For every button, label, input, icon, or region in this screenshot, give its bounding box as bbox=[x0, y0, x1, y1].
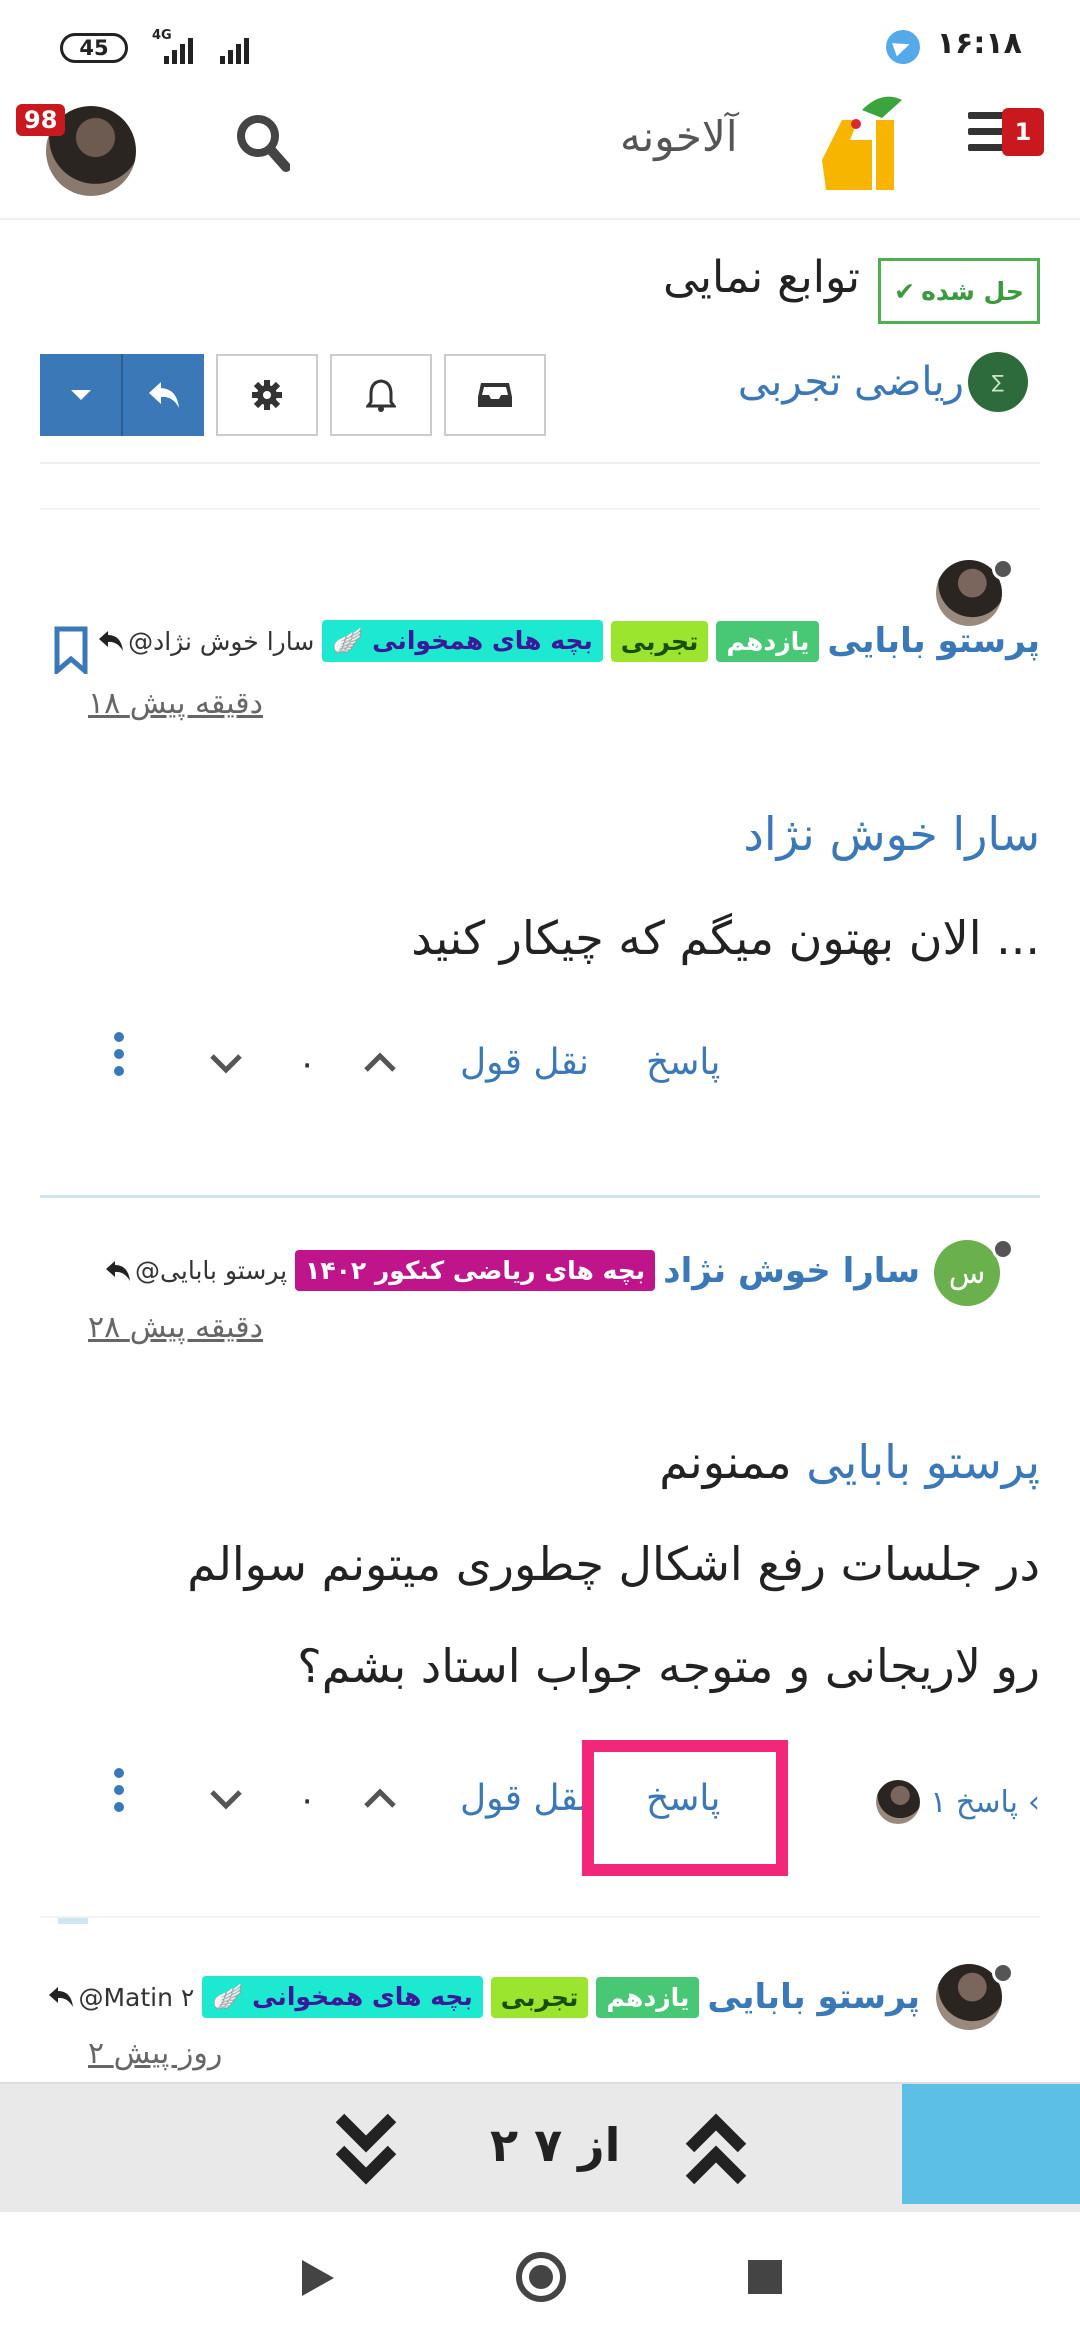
system-nav-bar bbox=[0, 2212, 1080, 2340]
notification-badge: 98 bbox=[16, 104, 66, 136]
author-name[interactable]: سارا خوش نژاد bbox=[663, 1251, 920, 1291]
post-mention: سارا خوش نژاد bbox=[743, 807, 1040, 861]
page-indicator[interactable]: ۲ از ۷ bbox=[490, 2118, 620, 2172]
signal-icon-2 bbox=[220, 34, 249, 64]
watch-button[interactable] bbox=[330, 354, 432, 436]
author-avatar[interactable]: س bbox=[934, 1240, 1000, 1306]
divider bbox=[58, 1918, 88, 1924]
post-mention: پرستو بابایی ممنونم bbox=[659, 1435, 1040, 1489]
quote-button[interactable]: نقل قول bbox=[460, 1042, 589, 1083]
dropdown-caret-icon[interactable] bbox=[40, 354, 123, 436]
pager-scroll-handle[interactable] bbox=[902, 2084, 1080, 2204]
reply-to-link[interactable]: @پرستو بابایی bbox=[105, 1256, 287, 1285]
more-options-icon[interactable] bbox=[114, 1032, 126, 1082]
vote-count: ۰ bbox=[298, 1780, 317, 1820]
post: س سارا خوش نژاد بچه های ریاضی کنکور ۱۴۰۲… bbox=[40, 1198, 1040, 1918]
vote-count: ۰ bbox=[298, 1044, 317, 1084]
post-time[interactable]: ۲ روز پیش bbox=[88, 2036, 222, 2071]
telegram-icon bbox=[886, 30, 920, 64]
status-dot bbox=[992, 1238, 1014, 1260]
category-icon: ∑ bbox=[968, 352, 1028, 412]
author-name[interactable]: پرستو بابایی bbox=[707, 1977, 920, 2017]
search-icon[interactable] bbox=[234, 112, 290, 172]
post-actions: پاسخ نقل قول ۰ bbox=[40, 1030, 1040, 1100]
chevron-double-up-icon[interactable] bbox=[680, 2104, 752, 2194]
category-link[interactable]: ریاضی تجربی ∑ bbox=[738, 352, 1028, 412]
group-badge[interactable]: بچه های ریاضی کنکور ۱۴۰۲ bbox=[295, 1250, 656, 1291]
divider bbox=[40, 462, 1040, 464]
bookmark-icon[interactable] bbox=[54, 626, 88, 674]
group-badge[interactable]: 🪽 بچه های همخوانی bbox=[322, 620, 603, 662]
post-body-line: در جلسات رفع اشکال چطوری میتونم سوالم bbox=[187, 1537, 1040, 1591]
inbox-icon bbox=[478, 383, 512, 407]
post-meta: پرستو بابایی یازدهم تجربی 🪽 بچه های همخو… bbox=[48, 1976, 920, 2018]
post: پرستو بابایی یازدهم تجربی 🪽 بچه های همخو… bbox=[40, 1918, 1040, 2082]
check-icon: ✔ bbox=[894, 276, 916, 306]
quote-button[interactable]: نقل قول bbox=[460, 1778, 589, 1819]
topic-title: توابع نمایی bbox=[663, 252, 860, 303]
gear-icon bbox=[252, 380, 282, 410]
status-dot bbox=[992, 558, 1014, 580]
status-bar: 45 4G ۱۶:۱۸ bbox=[0, 0, 1080, 84]
group-badge[interactable]: تجربی bbox=[490, 1976, 589, 2018]
group-badge[interactable]: 🪽 بچه های همخوانی bbox=[202, 1976, 483, 2018]
home-icon[interactable] bbox=[516, 2252, 566, 2302]
reply-arrow-icon bbox=[99, 631, 124, 651]
post-time[interactable]: ۱۸ دقیقه پیش bbox=[88, 686, 263, 721]
recents-icon[interactable] bbox=[748, 2260, 782, 2294]
status-dot bbox=[992, 1962, 1014, 1984]
author-name[interactable]: پرستو بابایی bbox=[827, 621, 1040, 661]
reply-button[interactable]: پاسخ bbox=[646, 1042, 720, 1083]
reply-split-button[interactable] bbox=[40, 354, 204, 436]
post-actions: پاسخ نقل قول ۰ bbox=[40, 1766, 1040, 1836]
upvote-icon[interactable] bbox=[360, 1042, 400, 1082]
menu-badge: 1 bbox=[1002, 108, 1044, 156]
signal-icon bbox=[164, 34, 193, 64]
battery-icon: 45 bbox=[60, 33, 128, 63]
post-body-line: رو لاریجانی و متوجه جواب استاد بشم؟ bbox=[297, 1639, 1040, 1693]
post: پرستو بابایی یازدهم تجربی 🪽 بچه های همخو… bbox=[40, 508, 1040, 1198]
group-badge[interactable]: تجربی bbox=[610, 620, 709, 662]
post-time[interactable]: ۲۸ دقیقه پیش bbox=[88, 1310, 263, 1345]
inbox-button[interactable] bbox=[444, 354, 546, 436]
highlight-box bbox=[582, 1740, 788, 1876]
status-time: ۱۶:۱۸ bbox=[936, 26, 1022, 61]
brand-name[interactable]: آلاخونه bbox=[620, 112, 738, 161]
reply-to-link[interactable]: @سارا خوش نژاد bbox=[98, 627, 314, 656]
post-meta: سارا خوش نژاد بچه های ریاضی کنکور ۱۴۰۲ @… bbox=[105, 1250, 920, 1291]
alaa-logo-icon[interactable] bbox=[812, 90, 904, 200]
reply-arrow-icon bbox=[49, 1987, 74, 2007]
downvote-icon[interactable] bbox=[206, 1042, 246, 1082]
more-options-icon[interactable] bbox=[114, 1768, 126, 1818]
upvote-icon[interactable] bbox=[360, 1778, 400, 1818]
settings-button[interactable] bbox=[216, 354, 318, 436]
reply-arrow-icon[interactable] bbox=[123, 354, 204, 436]
group-badge[interactable]: یازدهم bbox=[716, 620, 820, 662]
back-icon[interactable] bbox=[302, 2260, 334, 2296]
reply-arrow-icon bbox=[106, 1260, 131, 1281]
category-name[interactable]: ریاضی تجربی bbox=[738, 359, 964, 405]
pagination-bar: ۲ از ۷ bbox=[0, 2082, 1080, 2212]
post-body: الان بهتون میگم که چیکار کنید ... bbox=[411, 911, 1040, 965]
group-badge[interactable]: یازدهم bbox=[596, 1976, 700, 2018]
bell-icon bbox=[366, 379, 396, 412]
chevron-double-down-icon[interactable] bbox=[330, 2104, 402, 2194]
app-header: 98 آلاخونه 1 bbox=[0, 84, 1080, 220]
post-meta: پرستو بابایی یازدهم تجربی 🪽 بچه های همخو… bbox=[98, 620, 1040, 662]
reply-to-link[interactable]: @Matin ۲ bbox=[48, 1983, 194, 2012]
solved-badge: ✔ حل شده bbox=[878, 258, 1040, 324]
downvote-icon[interactable] bbox=[206, 1778, 246, 1818]
